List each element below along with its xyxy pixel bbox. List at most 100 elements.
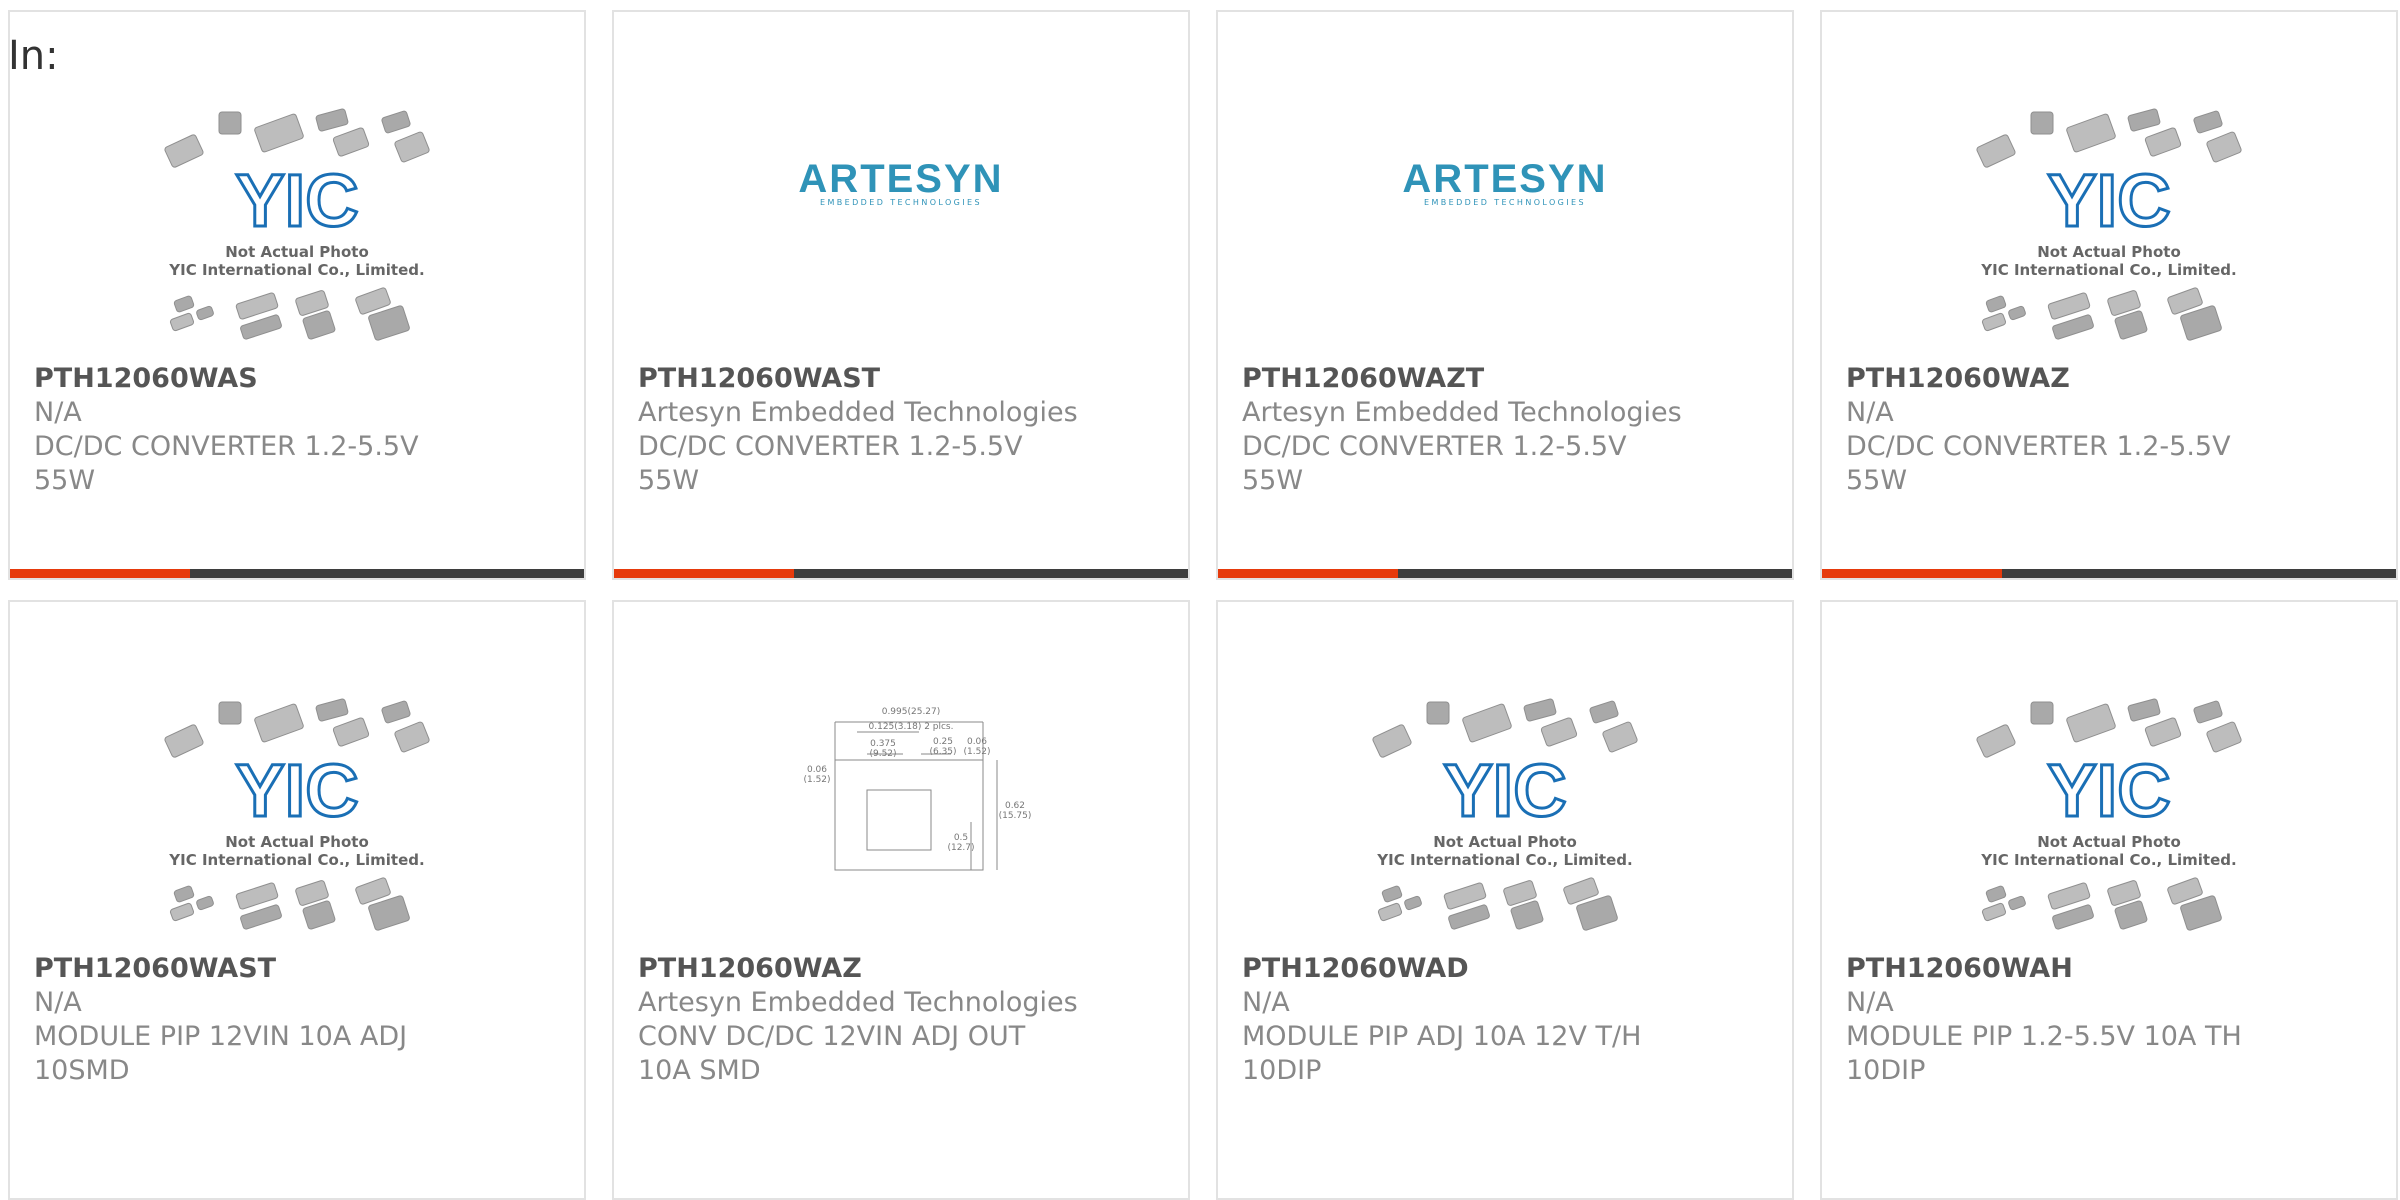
part-number-link[interactable]: PTH12060WAS xyxy=(34,362,564,396)
product-description: MODULE PIP 1.2-5.5V 10A TH 10DIP xyxy=(1846,1021,2242,1086)
product-image[interactable]: YIC Not Actual Photo YIC International Co.… xyxy=(1822,692,2396,932)
chip-icon xyxy=(2114,310,2148,340)
chip-icon xyxy=(1523,698,1557,722)
product-card[interactable]: ARTESYN EMBEDDED TECHNOLOGIES PTH12060WAST… xyxy=(612,10,1190,580)
chip-icon xyxy=(1976,724,2016,758)
chip-icon xyxy=(2030,701,2054,725)
chip-icon xyxy=(2193,700,2223,724)
brand-tagline: EMBEDDED TECHNOLOGIES xyxy=(820,198,982,207)
chip-icon xyxy=(164,134,204,168)
placeholder-caption: Not Actual Photo xyxy=(2037,833,2181,851)
part-number-link[interactable]: PTH12060WAZT xyxy=(1242,362,1772,396)
chip-icon xyxy=(1985,885,2007,903)
chip-icon xyxy=(1426,701,1450,725)
dimension-label: 0.06 xyxy=(807,765,827,775)
placeholder-company: YIC International Co., Limited. xyxy=(168,851,424,869)
chip-icon xyxy=(196,305,214,321)
product-description: DC/DC CONVERTER 1.2-5.5V 55W xyxy=(34,431,419,496)
product-info: PTH12060WAST Artesyn Embedded Technologie… xyxy=(638,362,1168,498)
part-number-link[interactable]: PTH12060WAD xyxy=(1242,952,1772,986)
product-image[interactable]: YIC Not Actual Photo YIC International Co.… xyxy=(10,102,584,342)
part-number-link[interactable]: PTH12060WAST xyxy=(638,362,1168,396)
chip-icon xyxy=(254,113,304,153)
chip-icon xyxy=(2144,717,2182,747)
chip-icon xyxy=(1589,700,1619,724)
manufacturer: Artesyn Embedded Technologies xyxy=(638,987,1078,1018)
chip-icon xyxy=(1976,134,2016,168)
product-info: PTH12060WAZ N/A DC/DC CONVERTER 1.2-5.5V 5… xyxy=(1846,362,2376,498)
placeholder-photo: YICNot Actual PhotoYIC International Co.… xyxy=(164,698,430,931)
product-image[interactable]: YIC Not Actual Photo YIC International Co.… xyxy=(1218,692,1792,932)
product-card[interactable]: ARTESYN EMBEDDED TECHNOLOGIES PTH12060WAZT… xyxy=(1216,10,1794,580)
product-description: CONV DC/DC 12VIN ADJ OUT 10A SMD xyxy=(638,1021,1026,1086)
part-number-link[interactable]: PTH12060WAZ xyxy=(1846,362,2376,396)
chip-icon xyxy=(164,724,204,758)
chip-icon xyxy=(1510,900,1544,930)
chip-icon xyxy=(1377,902,1403,922)
product-card[interactable]: YIC Not Actual Photo YIC International Co.… xyxy=(8,600,586,1200)
product-card[interactable]: YIC Not Actual Photo YIC International Co.… xyxy=(1216,600,1794,1200)
placeholder-caption: Not Actual Photo xyxy=(1433,833,1577,851)
product-card[interactable]: YIC Not Actual Photo YIC International Co.… xyxy=(1820,10,2398,580)
manufacturer: N/A xyxy=(1846,397,1894,428)
part-number-link[interactable]: PTH12060WAST xyxy=(34,952,564,986)
chip-icon xyxy=(2008,895,2026,911)
product-description: DC/DC CONVERTER 1.2-5.5V 55W xyxy=(1242,431,1627,496)
placeholder-photo: YICNot Actual PhotoYIC International Co.… xyxy=(164,108,430,341)
yic-logo: YIC xyxy=(2047,159,2170,242)
manufacturer: N/A xyxy=(1242,987,1290,1018)
product-info: PTH12060WAS N/A DC/DC CONVERTER 1.2-5.5V 5… xyxy=(34,362,564,498)
chip-icon xyxy=(1404,895,1422,911)
chip-icon xyxy=(173,885,195,903)
chip-icon xyxy=(2030,111,2054,135)
chip-icon xyxy=(2114,900,2148,930)
dimension-label: (6.35) xyxy=(929,747,956,757)
chip-icon xyxy=(2066,703,2116,743)
product-description: MODULE PIP 12VIN 10A ADJ 10SMD xyxy=(34,1021,408,1086)
chip-icon xyxy=(2144,127,2182,157)
chip-icon xyxy=(169,902,195,922)
product-image[interactable]: ARTESYN EMBEDDED TECHNOLOGIES xyxy=(614,102,1188,342)
product-image[interactable]: 0.995(25.27) 0.125(3.18) 2 plcs. 0.375 (9.5… xyxy=(614,692,1188,932)
page-label: In: xyxy=(8,33,59,79)
brand-name: ARTESYN xyxy=(1402,157,1607,201)
chip-icon xyxy=(2066,113,2116,153)
placeholder-company: YIC International Co., Limited. xyxy=(168,261,424,279)
dimension-label: 0.06 xyxy=(967,737,987,747)
chip-icon xyxy=(218,111,242,135)
chip-icon xyxy=(1981,902,2007,922)
brand-tagline: EMBEDDED TECHNOLOGIES xyxy=(1424,198,1586,207)
placeholder-company: YIC International Co., Limited. xyxy=(1980,261,2236,279)
chip-icon xyxy=(2206,131,2242,163)
chip-icon xyxy=(2127,698,2161,722)
product-image[interactable]: YIC Not Actual Photo YIC International Co.… xyxy=(10,692,584,932)
yic-logo: YIC xyxy=(2047,749,2170,832)
dimension-label: 0.375 xyxy=(870,739,896,749)
chip-icon xyxy=(1540,717,1578,747)
chip-icon xyxy=(2127,108,2161,132)
product-card[interactable]: 0.995(25.27) 0.125(3.18) 2 plcs. 0.375 (9.5… xyxy=(612,600,1190,1200)
chip-icon xyxy=(381,110,411,134)
dimension-label: 0.995(25.27) xyxy=(882,707,941,717)
placeholder-photo: YICNot Actual PhotoYIC International Co.… xyxy=(1372,698,1638,931)
product-info: PTH12060WAD N/A MODULE PIP ADJ 10A 12V T/H… xyxy=(1242,952,1772,1088)
part-number-link[interactable]: PTH12060WAH xyxy=(1846,952,2376,986)
chip-icon xyxy=(2206,721,2242,753)
part-number-link[interactable]: PTH12060WAZ xyxy=(638,952,1168,986)
dimension-label: (9.52) xyxy=(869,749,896,759)
card-accent-bar xyxy=(1822,569,2396,578)
manufacturer: N/A xyxy=(1846,987,1894,1018)
chip-icon xyxy=(1985,295,2007,313)
dimension-label: 0.125(3.18) 2 plcs. xyxy=(869,722,954,732)
product-image[interactable]: YIC Not Actual Photo YIC International Co.… xyxy=(1822,102,2396,342)
dimension-label: (1.52) xyxy=(803,775,830,785)
product-image[interactable]: ARTESYN EMBEDDED TECHNOLOGIES xyxy=(1218,102,1792,342)
chip-icon xyxy=(254,703,304,743)
product-card[interactable]: YIC Not Actual Photo YIC International Co.… xyxy=(8,10,586,580)
artesyn-logo: ARTESYNEMBEDDED TECHNOLOGIES xyxy=(1402,157,1607,207)
product-info: PTH12060WAH N/A MODULE PIP 1.2-5.5V 10A TH… xyxy=(1846,952,2376,1088)
yic-logo: YIC xyxy=(1443,749,1566,832)
product-card[interactable]: YIC Not Actual Photo YIC International Co.… xyxy=(1820,600,2398,1200)
accent-segment xyxy=(10,569,190,578)
placeholder-photo: YICNot Actual PhotoYIC International Co.… xyxy=(1976,108,2242,341)
